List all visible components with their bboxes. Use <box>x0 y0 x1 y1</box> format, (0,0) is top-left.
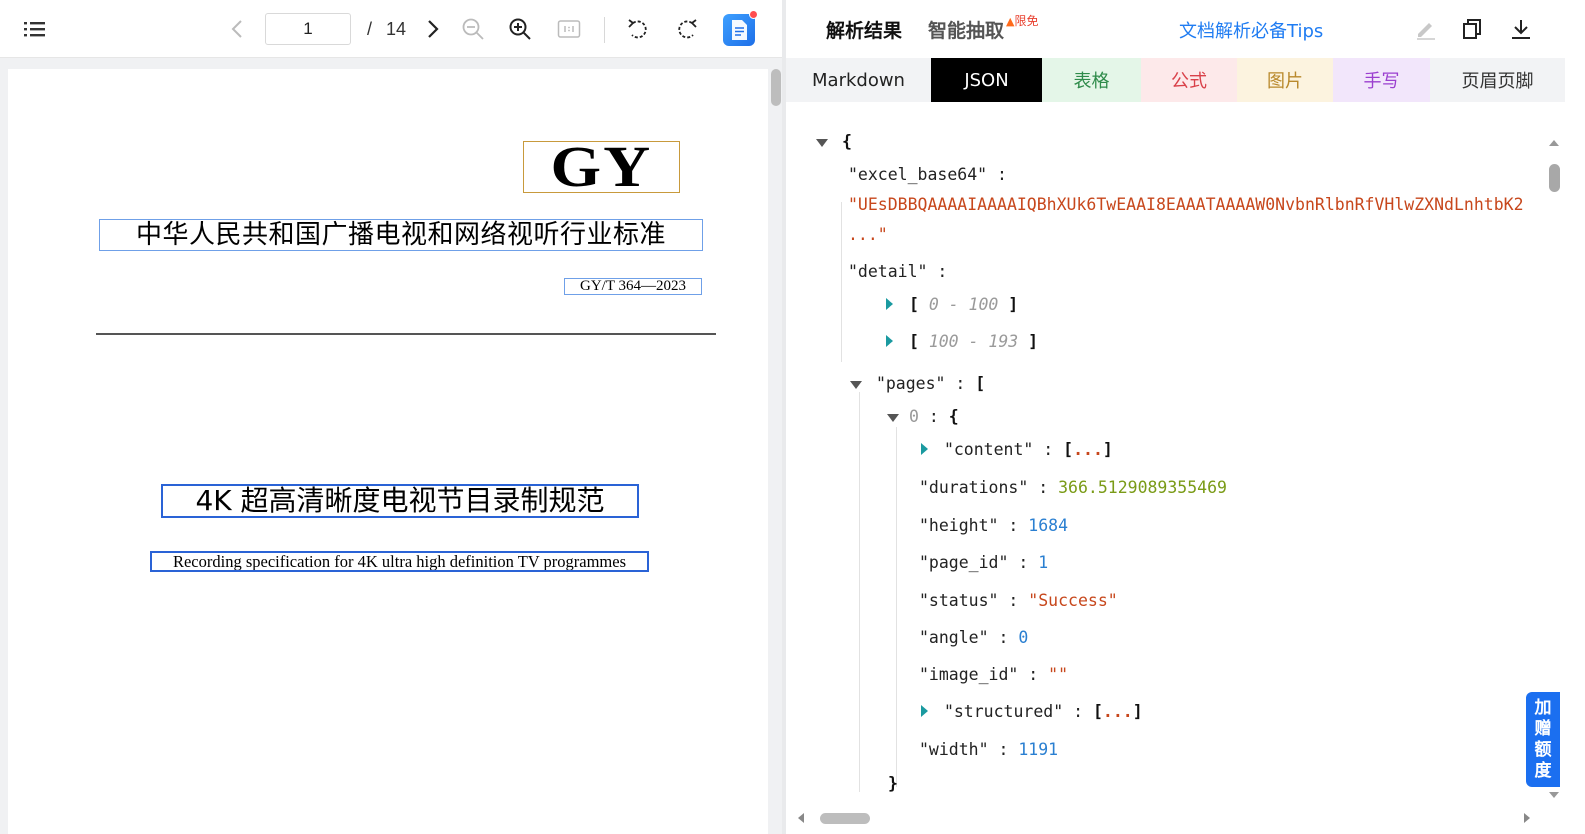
expand-icon[interactable] <box>921 443 928 455</box>
standard-code-block[interactable]: GY/T 364—2023 <box>564 278 702 295</box>
json-string-value: "UEsDBBQAAAAIAAAAIQBhXUk6TwEAAI8EAAATAAA… <box>848 195 1524 214</box>
document-icon <box>732 20 747 40</box>
pdf-scrollbar-thumb[interactable] <box>771 69 781 106</box>
tab-smart-extract[interactable]: 智能抽取 <box>928 16 1004 43</box>
json-page-0-close: } <box>888 774 898 793</box>
pdf-scrollbar[interactable] <box>770 69 782 834</box>
scroll-left-icon[interactable] <box>796 811 806 825</box>
json-line-width: "width" : 1191 <box>919 740 1059 759</box>
json-value-excel: "UEsDBBQAAAAIAAAAIQBhXUk6TwEAAI8EAAATAAA… <box>848 193 1524 217</box>
zoom-in-button[interactable] <box>507 14 533 44</box>
page-number-input[interactable] <box>265 13 351 45</box>
json-horizontal-thumb[interactable] <box>820 813 870 824</box>
next-page-button[interactable] <box>422 14 444 44</box>
previous-page-button[interactable] <box>226 14 248 44</box>
tab-image[interactable]: 图片 <box>1237 58 1333 102</box>
pdf-viewer: / 14 <box>0 0 785 834</box>
expand-icon[interactable] <box>886 298 893 310</box>
tab-handwriting[interactable]: 手写 <box>1333 58 1430 102</box>
json-detail-range-1[interactable]: [ 0 - 100 ] <box>886 293 1018 317</box>
logo-text: GY <box>550 134 653 199</box>
chevron-right-icon <box>428 20 439 38</box>
json-page-0[interactable]: 0 : { <box>887 405 959 429</box>
document-subtitle-block[interactable]: Recording specification for 4K ultra hig… <box>150 551 649 572</box>
tips-link[interactable]: 文档解析必备Tips <box>1179 17 1323 43</box>
gy-logo[interactable]: GY <box>523 134 680 199</box>
document-title-block[interactable]: 4K 超高清晰度电视节目录制规范 <box>161 484 639 518</box>
tab-header-footer[interactable]: 页眉页脚 <box>1430 58 1565 102</box>
tab-markdown[interactable]: Markdown <box>786 58 931 102</box>
result-header: 解析结果 智能抽取 ▲限免 文档解析必备Tips <box>786 0 1585 58</box>
zoom-in-icon <box>509 18 531 40</box>
notification-dot <box>749 10 758 19</box>
indent-guide <box>841 202 842 362</box>
rotate-left-button[interactable] <box>625 14 651 44</box>
toolbar-divider <box>604 17 605 43</box>
json-value-excel-ellipsis[interactable]: ..." <box>848 223 888 247</box>
viewer-toolbar: / 14 <box>0 0 785 58</box>
expand-icon[interactable] <box>921 705 928 717</box>
app-window: / 14 <box>0 0 1585 834</box>
json-line-height: "height" : 1684 <box>919 516 1069 535</box>
download-button[interactable] <box>1509 17 1533 41</box>
tab-table[interactable]: 表格 <box>1042 58 1141 102</box>
zoom-out-icon <box>462 18 484 40</box>
json-line-page-id: "page_id" : 1 <box>919 553 1049 572</box>
header-rule <box>96 333 716 335</box>
download-icon <box>1512 20 1530 39</box>
json-line-detail: "detail" : <box>848 262 948 281</box>
json-line-durations: "durations" : 366.5129089355469 <box>919 478 1227 497</box>
json-root-open[interactable]: { <box>816 130 852 154</box>
json-horizontal-scrollbar[interactable] <box>794 810 1534 826</box>
pencil-icon <box>1417 23 1435 40</box>
scroll-up-icon[interactable] <box>1547 138 1561 148</box>
scroll-right-icon[interactable] <box>1522 811 1532 825</box>
zoom-out-button[interactable] <box>460 14 486 44</box>
tab-json[interactable]: JSON <box>931 58 1042 102</box>
page-separator: / <box>367 19 373 39</box>
edit-button[interactable] <box>1414 17 1438 41</box>
copy-button[interactable] <box>1460 17 1484 41</box>
collapse-icon[interactable] <box>850 381 862 389</box>
copy-icon <box>1463 19 1481 39</box>
json-line-excel: "excel_base64" : <box>848 165 1007 184</box>
actual-size-button[interactable] <box>556 14 582 44</box>
json-line-image-id: "image_id" : "" <box>919 665 1069 684</box>
outline-list-icon[interactable] <box>22 14 48 44</box>
rotate-left-icon <box>628 19 647 39</box>
json-key: "excel_base64" <box>848 165 988 184</box>
json-tree: { "excel_base64" : "UEsDBBQAAAAIAAAAIQBh… <box>786 102 1546 810</box>
collapse-icon[interactable] <box>816 139 828 147</box>
json-line-status: "status" : "Success" <box>919 591 1118 610</box>
free-badge: ▲限免 <box>1006 12 1038 29</box>
tab-formula[interactable]: 公式 <box>1141 58 1237 102</box>
tab-parse-result[interactable]: 解析结果 <box>826 16 902 43</box>
json-line-angle: "angle" : 0 <box>919 628 1029 647</box>
json-detail-range-2[interactable]: [ 100 - 193 ] <box>886 330 1038 354</box>
rotate-right-button[interactable] <box>674 14 700 44</box>
expand-icon[interactable] <box>886 335 893 347</box>
document-app-button[interactable] <box>723 10 758 46</box>
json-vertical-thumb[interactable] <box>1549 164 1560 192</box>
indent-guide <box>896 427 897 787</box>
json-line-content[interactable]: "content" : [...] <box>921 438 1113 462</box>
bonus-quota-button[interactable]: 加 赠 额 度 <box>1526 692 1560 787</box>
collapse-icon[interactable] <box>887 414 899 422</box>
chevron-left-icon <box>231 20 242 38</box>
indent-guide <box>859 392 860 792</box>
actual-size-icon <box>557 20 581 38</box>
free-badge-label: 限免 <box>1014 14 1039 28</box>
json-line-pages[interactable]: "pages" : [ <box>850 372 985 396</box>
json-line-structured[interactable]: "structured" : [...] <box>921 700 1143 724</box>
result-panel: 解析结果 智能抽取 ▲限免 文档解析必备Tips Markdown JSON 表… <box>786 0 1585 834</box>
format-tabs: Markdown JSON 表格 公式 图片 手写 页眉页脚 <box>786 58 1565 102</box>
standard-title-block[interactable]: 中华人民共和国广播电视和网络视听行业标准 <box>99 219 703 251</box>
rotate-right-icon <box>678 19 697 39</box>
scroll-down-icon[interactable] <box>1547 790 1561 800</box>
page-total: 14 <box>386 19 407 39</box>
